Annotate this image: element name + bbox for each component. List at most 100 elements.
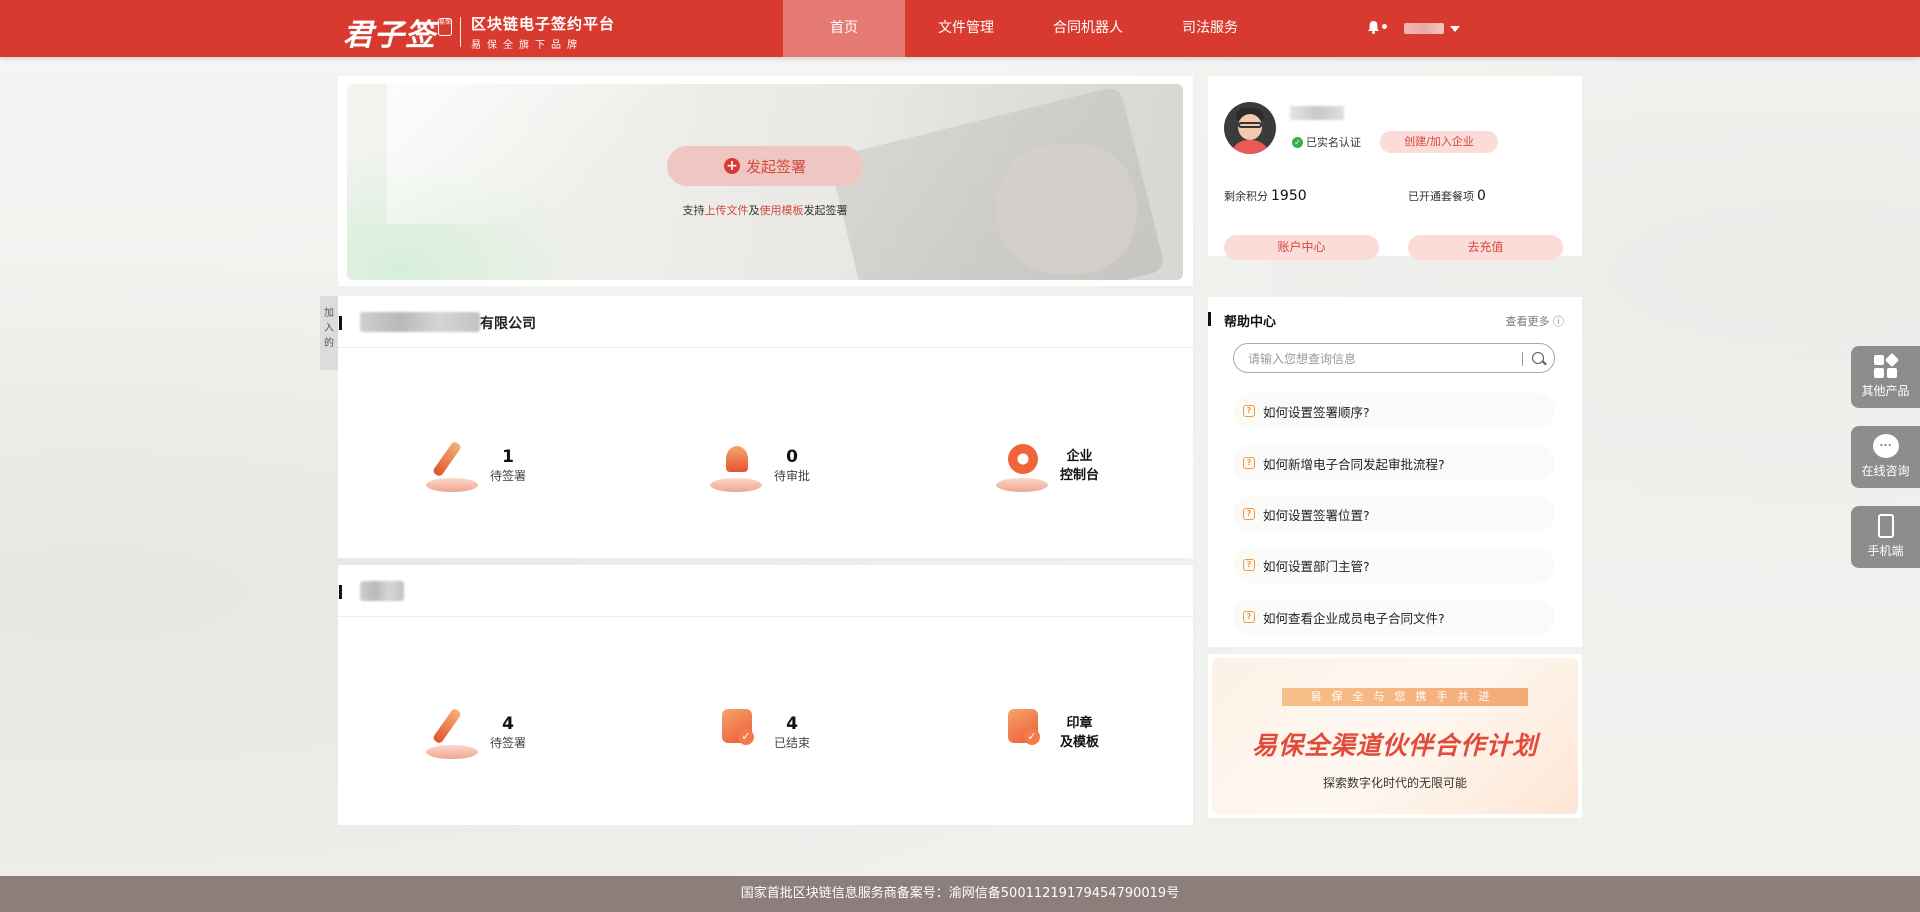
nav-contract-robot[interactable]: 合同机器人 bbox=[1027, 0, 1149, 57]
online-consult-button[interactable]: 在线咨询 bbox=[1851, 426, 1920, 488]
hint-suffix: 发起签署 bbox=[803, 204, 848, 217]
banner-image: + 发起签署 支持上传文件及使用模板发起签署 bbox=[347, 84, 1183, 280]
stat-pending-sign[interactable]: 4 待签署 bbox=[424, 703, 526, 763]
faq-text: 如何设置签署位置? bbox=[1263, 507, 1370, 523]
stat-finished[interactable]: ✓ 4 已结束 bbox=[708, 703, 810, 763]
logo-sub-text: 易保全旗下品牌 bbox=[471, 40, 583, 51]
start-signing-button[interactable]: + 发起签署 bbox=[667, 146, 863, 186]
stat-label: 待签署 bbox=[490, 736, 527, 750]
banner-hint: 支持上传文件及使用模板发起签署 bbox=[347, 202, 1183, 218]
faq-text: 如何设置签署顺序? bbox=[1263, 404, 1370, 420]
company-name-redacted bbox=[360, 312, 480, 332]
stat-enterprise-console[interactable]: 企业 控制台 bbox=[994, 436, 1099, 496]
stat-value: 0 bbox=[786, 447, 798, 467]
faq-item[interactable]: ? 如何设置签署顺序? bbox=[1233, 393, 1555, 429]
company-stats: 1 待签署 0 待审批 企业 控制台 bbox=[338, 436, 1193, 496]
company-card-1: 有限公司 1 待签署 0 待审批 企业 控制台 bbox=[338, 296, 1193, 558]
user-info-card: ✓ 已实名认证 创建/加入企业 剩余积分 1950 已开通套餐项 0 账户中心 去充… bbox=[1208, 76, 1582, 260]
stat-pending-sign[interactable]: 1 待签署 bbox=[424, 436, 526, 496]
seal-document-icon: ✓ bbox=[994, 705, 1052, 761]
bell-icon[interactable] bbox=[1367, 20, 1380, 34]
nav-file-management[interactable]: 文件管理 bbox=[905, 0, 1027, 57]
faq-text: 如何查看企业成员电子合同文件? bbox=[1263, 610, 1445, 626]
avatar[interactable] bbox=[1224, 102, 1276, 154]
stat-label-line1: 印章 bbox=[1066, 716, 1093, 731]
start-signing-card: + 发起签署 支持上传文件及使用模板发起签署 bbox=[338, 76, 1193, 286]
points-value: 1950 bbox=[1271, 188, 1307, 204]
help-title: 帮助中心 bbox=[1224, 315, 1277, 330]
company-name: 有限公司 bbox=[480, 316, 536, 332]
faq-item[interactable]: ? 如何新增电子合同发起审批流程? bbox=[1233, 445, 1555, 481]
search-icon[interactable] bbox=[1532, 352, 1544, 364]
pen-icon bbox=[424, 705, 482, 761]
chevron-down-icon[interactable] bbox=[1450, 26, 1460, 32]
help-search-input[interactable] bbox=[1248, 350, 1508, 368]
company-stats: 4 待签署 ✓ 4 已结束 ✓ 印章 及模板 bbox=[338, 703, 1193, 763]
plus-circle-icon: + bbox=[723, 158, 740, 174]
phone-icon bbox=[1877, 514, 1894, 538]
help-center-card: 帮助中心 查看更多 ⓘ ?如何设置签署顺序? ?如何新增电子合同发起审批流程? … bbox=[1208, 297, 1582, 647]
hint-prefix: 支持 bbox=[682, 204, 705, 217]
faq-item[interactable]: ? 如何设置签署位置? bbox=[1233, 496, 1555, 532]
info-circle-icon: ⓘ bbox=[1553, 315, 1564, 328]
stat-label-line1: 企业 bbox=[1066, 449, 1093, 464]
question-icon: ? bbox=[1243, 559, 1255, 571]
nav-home[interactable]: 首页 bbox=[783, 0, 905, 57]
faq-item[interactable]: ? 如何设置部门主管? bbox=[1233, 547, 1555, 583]
mobile-button[interactable]: 手机端 bbox=[1851, 506, 1920, 568]
company-header: 有限公司 bbox=[338, 296, 1193, 348]
apps-icon bbox=[1873, 352, 1899, 378]
nav-judicial-service[interactable]: 司法服务 bbox=[1149, 0, 1271, 57]
stat-label: 已结束 bbox=[774, 736, 811, 750]
stat-value: 4 bbox=[502, 714, 514, 734]
mobile-label: 手机端 bbox=[1867, 544, 1904, 558]
points-remaining: 剩余积分 1950 bbox=[1224, 188, 1307, 204]
upload-file-link[interactable]: 上传文件 bbox=[705, 204, 749, 217]
search-divider bbox=[1522, 352, 1523, 366]
username-redacted bbox=[1290, 106, 1344, 120]
stamp-icon bbox=[708, 438, 766, 494]
notification-dot bbox=[1382, 24, 1387, 29]
stat-label: 待签署 bbox=[490, 469, 527, 483]
faq-text: 如何新增电子合同发起审批流程? bbox=[1263, 456, 1445, 472]
section-marker bbox=[1208, 312, 1211, 326]
stat-seals-templates[interactable]: ✓ 印章及模板 bbox=[994, 703, 1099, 763]
faq-item[interactable]: ? 如何查看企业成员电子合同文件? bbox=[1233, 599, 1555, 635]
username-redacted[interactable] bbox=[1404, 23, 1444, 34]
company-header bbox=[338, 565, 1193, 617]
question-icon: ? bbox=[1243, 508, 1255, 520]
joined-side-tab[interactable]: 加入的 bbox=[320, 296, 338, 370]
logo-script: 君子签 bbox=[343, 18, 436, 53]
top-header: 君子签 易保 区块链电子签约平台 易保全旗下品牌 首页 文件管理 合同机器人 司… bbox=[0, 0, 1920, 57]
brand-logo[interactable]: 君子签 易保 区块链电子签约平台 易保全旗下品牌 bbox=[343, 10, 615, 54]
promo-subtitle: 探索数字化时代的无限可能 bbox=[1322, 776, 1467, 790]
promo-tag: 易保全与您携手共进 bbox=[1282, 688, 1528, 706]
help-search-box bbox=[1233, 343, 1555, 373]
footer: 国家首批区块链信息服务商备案号：渝网信备50011219179454790019… bbox=[0, 876, 1920, 912]
use-template-link[interactable]: 使用模板 bbox=[760, 204, 804, 217]
create-join-enterprise-button[interactable]: 创建/加入企业 bbox=[1380, 131, 1498, 153]
promo-title: 易保全渠道伙伴合作计划 bbox=[1251, 731, 1538, 760]
points-label: 剩余积分 bbox=[1224, 190, 1268, 203]
hint-mid: 及 bbox=[748, 204, 760, 217]
partner-promo-banner[interactable]: 易保全与您携手共进 易保全渠道伙伴合作计划 探索数字化时代的无限可能 bbox=[1208, 654, 1582, 818]
online-consult-label: 在线咨询 bbox=[1861, 464, 1910, 478]
question-icon: ? bbox=[1243, 457, 1255, 469]
gear-icon bbox=[994, 438, 1052, 494]
stat-label-line2: 及模板 bbox=[1060, 735, 1100, 750]
company-name-redacted bbox=[360, 581, 404, 601]
view-more-label: 查看更多 bbox=[1505, 315, 1550, 328]
recharge-button[interactable]: 去充值 bbox=[1408, 235, 1563, 260]
company-card-2: 4 待签署 ✓ 4 已结束 ✓ 印章 及模板 bbox=[338, 565, 1193, 825]
question-icon: ? bbox=[1243, 611, 1255, 623]
verified-badge: ✓ 已实名认证 bbox=[1292, 134, 1361, 150]
logo-seal: 易保 bbox=[438, 18, 452, 36]
main-nav: 首页 文件管理 合同机器人 司法服务 bbox=[783, 0, 1271, 57]
account-center-button[interactable]: 账户中心 bbox=[1224, 235, 1379, 260]
chat-icon bbox=[1872, 434, 1899, 458]
stat-pending-approval[interactable]: 0 待审批 bbox=[708, 436, 810, 496]
other-products-button[interactable]: 其他产品 bbox=[1851, 346, 1920, 408]
plans-label: 已开通套餐项 bbox=[1408, 190, 1474, 203]
faq-text: 如何设置部门主管? bbox=[1263, 558, 1370, 574]
view-more-link[interactable]: 查看更多 ⓘ bbox=[1506, 313, 1565, 329]
